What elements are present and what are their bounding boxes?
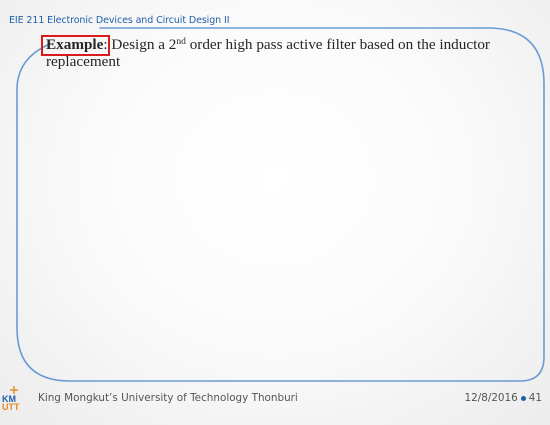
kmutt-logo: KM UTT (2, 386, 20, 411)
example-text-start: Design a 2 (111, 36, 177, 53)
page-number: 41 (528, 392, 542, 404)
ordinal-suffix: nd (176, 37, 186, 47)
institution-name: King Mongkut’s University of Technology … (38, 392, 298, 404)
example-highlight-box (41, 35, 110, 56)
footer-date-page: 12/8/2016 41 (464, 392, 542, 404)
logo-text-utt: UTT (2, 402, 20, 411)
bullet-dot-icon (520, 395, 526, 401)
slide-date: 12/8/2016 (464, 392, 518, 404)
frame-outline (16, 27, 545, 382)
example-paragraph: Example: Design a 2nd order high pass ac… (46, 36, 516, 70)
